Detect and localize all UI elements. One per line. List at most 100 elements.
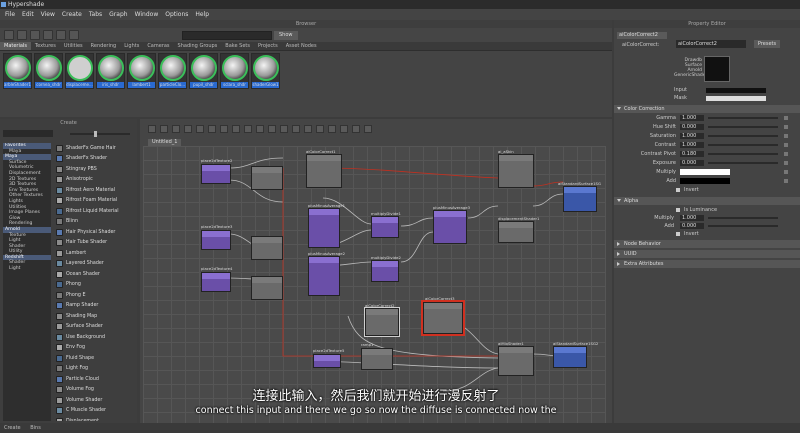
node-list-item[interactable]: Fluid Shape — [56, 353, 136, 364]
menu-graph[interactable]: Graph — [109, 11, 127, 18]
alpha-multiply-field[interactable]: 1.000 — [680, 215, 704, 221]
node-tab[interactable]: aiColorCorrect2 — [617, 32, 667, 39]
node-graph-canvas[interactable]: place2dTexture2 place2dTexture3 place2dT… — [143, 146, 606, 423]
node-place2dTexture5[interactable] — [313, 354, 341, 368]
swatch-item[interactable]: lambert1 — [127, 53, 156, 89]
map-button-icon[interactable] — [784, 161, 788, 165]
section-extra-attributes[interactable]: Extra Attributes — [614, 260, 800, 268]
cc-field[interactable]: 1.000 — [680, 133, 704, 139]
node-list-item[interactable]: Stingray PBS — [56, 164, 136, 175]
map-button-icon[interactable] — [784, 134, 788, 138]
graph-tool-icon[interactable] — [172, 125, 180, 133]
map-button-icon[interactable] — [784, 125, 788, 129]
cc-field[interactable] — [680, 178, 730, 184]
map-button-icon[interactable] — [784, 152, 788, 156]
tab-bake-sets[interactable]: Bake Sets — [221, 42, 254, 50]
create-search-input[interactable] — [3, 130, 53, 137]
menu-help[interactable]: Help — [195, 11, 209, 18]
node-multiplyDivide2[interactable] — [371, 260, 399, 282]
map-button-icon[interactable] — [784, 116, 788, 120]
node-list-item[interactable]: Anisotropic — [56, 175, 136, 186]
tab-projects[interactable]: Projects — [254, 42, 282, 50]
cc-slider[interactable] — [708, 135, 778, 137]
cc-field[interactable] — [680, 169, 730, 175]
tab-utilities[interactable]: Utilities — [60, 42, 87, 50]
tab-bins[interactable]: Bins — [30, 425, 41, 431]
node-list-item[interactable]: Displacement — [56, 416, 136, 421]
node-list-item[interactable]: Phong — [56, 280, 136, 291]
graph-tool-icon[interactable] — [208, 125, 216, 133]
graph-tool-icon[interactable] — [328, 125, 336, 133]
node-list-item[interactable]: Rifrost Aero Material — [56, 185, 136, 196]
icon-size-slider[interactable] — [70, 133, 130, 135]
node-place2dTexture3[interactable] — [201, 230, 231, 250]
invert-checkbox[interactable] — [676, 188, 680, 192]
node-list-item[interactable]: Shading Map — [56, 311, 136, 322]
graph-tool-icon[interactable] — [196, 125, 204, 133]
node-file2[interactable] — [251, 236, 283, 260]
node-list-item[interactable]: ShaderFx Shader — [56, 154, 136, 165]
node-displacementShader1[interactable] — [498, 221, 534, 243]
node-list-item[interactable]: ShaderFx Game Hair — [56, 143, 136, 154]
tab-rendering[interactable]: Rendering — [87, 42, 121, 50]
swatch-item[interactable]: pupil_shdr — [189, 53, 218, 89]
node-list-item[interactable]: C Muscle Shader — [56, 406, 136, 417]
node-place2dTexture2[interactable] — [201, 164, 231, 184]
menu-edit[interactable]: Edit — [22, 11, 34, 18]
node-list-item[interactable]: Light Fog — [56, 364, 136, 375]
view-icons-icon[interactable] — [4, 30, 14, 40]
alpha-add-field[interactable]: 0.000 — [680, 223, 704, 229]
graph-tool-icon[interactable] — [340, 125, 348, 133]
node-name-field[interactable]: aiColorCorrect2 — [676, 40, 746, 48]
section-color-correction[interactable]: Color Correction — [614, 105, 800, 113]
cc-field[interactable]: 0.180 — [680, 151, 704, 157]
graph-tool-icon[interactable] — [148, 125, 156, 133]
node-aiColorCorrect2[interactable] — [364, 307, 400, 337]
graph-tool-icon[interactable] — [304, 125, 312, 133]
node-ramp1[interactable] — [361, 348, 393, 370]
section-node-behavior[interactable]: Node Behavior — [614, 240, 800, 248]
map-button-icon[interactable] — [784, 179, 788, 183]
cc-slider[interactable] — [708, 117, 778, 119]
slider-knob[interactable] — [94, 131, 97, 137]
menu-create[interactable]: Create — [62, 11, 82, 18]
cc-slider[interactable] — [708, 162, 778, 164]
tree-item[interactable]: Light — [3, 266, 51, 272]
graph-tab[interactable]: Untitled_1 — [148, 139, 182, 146]
swatch-item[interactable]: arbleShader1 — [3, 53, 32, 89]
map-button-icon[interactable] — [784, 170, 788, 174]
cc-slider[interactable] — [708, 126, 778, 128]
node-list-item[interactable]: Volume Shader — [56, 395, 136, 406]
menu-view[interactable]: View — [41, 11, 55, 18]
node-list-item[interactable]: Lambert — [56, 248, 136, 259]
node-list-item[interactable]: Ramp Shader — [56, 301, 136, 312]
graph-tool-icon[interactable] — [292, 125, 300, 133]
node-multiplyDivide1[interactable] — [371, 216, 399, 238]
alpha-multiply-slider[interactable] — [708, 217, 778, 219]
node-list-item[interactable]: Use Background — [56, 332, 136, 343]
graph-tool-icon[interactable] — [232, 125, 240, 133]
tab-create[interactable]: Create — [4, 425, 21, 431]
cc-field[interactable]: 1.000 — [680, 142, 704, 148]
cc-slider[interactable] — [708, 144, 778, 146]
tab-lights[interactable]: Lights — [120, 42, 143, 50]
graph-tool-icon[interactable] — [184, 125, 192, 133]
swatch-item[interactable]: sclara_shdr — [220, 53, 249, 89]
graph-tool-icon[interactable] — [160, 125, 168, 133]
menu-options[interactable]: Options — [165, 11, 188, 18]
node-plusMinusAverage3[interactable] — [433, 210, 467, 244]
sort-reverse-icon[interactable] — [69, 30, 79, 40]
map-button-icon[interactable] — [784, 143, 788, 147]
section-uuid[interactable]: UUID — [614, 250, 800, 258]
menu-file[interactable]: File — [5, 11, 15, 18]
menu-window[interactable]: Window — [135, 11, 159, 18]
input-color-field[interactable] — [706, 88, 766, 93]
graph-tool-icon[interactable] — [244, 125, 252, 133]
node-list-item[interactable]: Particle Cloud — [56, 374, 136, 385]
cc-field[interactable]: 0.000 — [680, 124, 704, 130]
graph-tool-icon[interactable] — [316, 125, 324, 133]
node-list-item[interactable]: Hair Physical Shader — [56, 227, 136, 238]
node-list-item[interactable]: Surface Shader — [56, 322, 136, 333]
swatch-item[interactable]: shaderGlow1 — [251, 53, 280, 89]
sort-time-icon[interactable] — [56, 30, 66, 40]
